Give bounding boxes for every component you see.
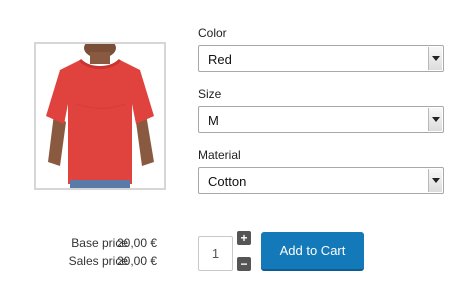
size-label: Size [198,87,222,101]
chevron-down-icon[interactable] [428,169,442,192]
base-price-row: Base price 20,00 € [0,236,470,251]
material-select[interactable]: Cotton [198,167,444,194]
material-select-value: Cotton [208,174,247,189]
tshirt-image [36,44,164,188]
size-select-value: M [208,113,219,128]
product-image [34,42,166,190]
size-select[interactable]: M [198,106,444,133]
quantity-input[interactable]: 1 [198,236,233,271]
add-to-cart-button[interactable]: Add to Cart [261,232,364,271]
quantity-decrease-button[interactable]: − [237,257,251,271]
quantity-increase-button[interactable]: + [237,231,251,245]
chevron-down-icon[interactable] [428,47,442,70]
sales-price-row: Sales price 20,00 € [0,254,470,269]
color-select[interactable]: Red [198,45,444,72]
sales-price-value: 20,00 € [117,254,158,268]
color-label: Color [198,26,227,40]
color-select-value: Red [208,52,232,67]
base-price-value: 20,00 € [117,236,158,250]
chevron-down-icon[interactable] [428,108,442,131]
material-label: Material [198,148,241,162]
